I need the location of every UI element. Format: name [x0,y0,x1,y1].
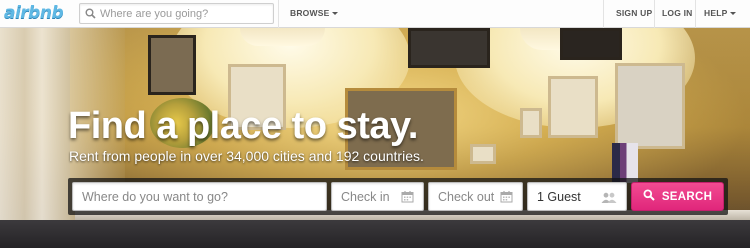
search-button-label: SEARCH [661,190,713,203]
check-out-placeholder: Check out [438,189,495,204]
lamp-shade-left [240,28,325,46]
browse-label: BROWSE [290,8,330,18]
guests-value: 1 Guest [537,189,581,204]
calendar-icon [500,190,513,208]
books-decoration [612,143,638,183]
desk-decoration [0,220,750,248]
wall-frame [470,144,496,164]
nav-divider [695,0,696,28]
wall-frame [148,35,196,95]
search-form: Where do you want to go? Check in Check … [68,178,728,215]
check-in-field[interactable]: Check in [331,182,424,211]
wall-frame [548,76,598,138]
log-in-link[interactable]: LOG IN [662,8,692,18]
search-icon [643,189,655,204]
hero-subtitle: Rent from people in over 34,000 cities a… [69,148,424,164]
wall-frame [520,108,542,138]
help-label: HELP [704,8,728,18]
check-out-field[interactable]: Check out [428,182,523,211]
header-search-input[interactable] [100,7,270,20]
top-nav-bar: airbnb BROWSE SIGN UP LOG IN HELP [0,0,750,28]
sign-up-link[interactable]: SIGN UP [616,8,652,18]
location-placeholder: Where do you want to go? [82,189,228,204]
calendar-icon [401,190,414,208]
guests-select[interactable]: 1 Guest [527,182,627,211]
airbnb-logo[interactable]: airbnb [4,3,64,23]
hero-title: Find a place to stay. [68,105,418,147]
help-menu[interactable]: HELP [704,8,737,18]
header-search-box[interactable] [79,3,274,24]
location-field[interactable]: Where do you want to go? [72,182,327,211]
search-button[interactable]: SEARCH [631,182,724,211]
curtain-decoration [0,28,70,248]
check-in-placeholder: Check in [341,189,390,204]
wall-frame-poster [615,63,685,149]
nav-divider [654,0,655,28]
nav-divider [603,0,604,28]
chevron-down-icon [730,12,737,16]
chevron-down-icon [332,12,339,16]
wall-frame [560,28,622,60]
users-icon [601,191,617,209]
search-icon [80,8,100,19]
browse-menu[interactable]: BROWSE [290,8,339,18]
nav-divider [278,0,279,28]
wall-frame [408,28,490,68]
hero-banner: Find a place to stay. Rent from people i… [0,28,750,248]
